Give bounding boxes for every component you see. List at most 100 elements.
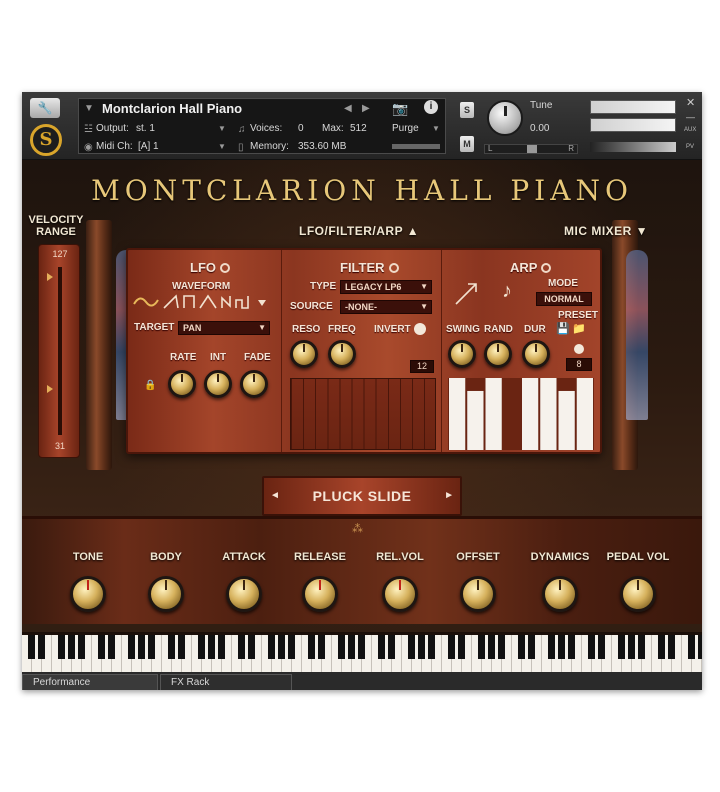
filter-step-sequencer[interactable] [290, 378, 436, 450]
plugin-window: 🔧 S ▼ Montclarion Hall Piano ◀ ▶ 📷 i ☳ O… [22, 92, 702, 690]
lfo-int-knob[interactable] [204, 370, 232, 398]
filter-invert-toggle[interactable] [414, 323, 426, 335]
solo-button[interactable]: S [460, 102, 474, 118]
mute-button[interactable]: M [460, 136, 474, 152]
rel-vol-knob[interactable] [382, 576, 418, 612]
level-meter-right [590, 118, 676, 132]
info-icon[interactable]: i [424, 100, 438, 114]
tune-knob[interactable] [487, 100, 523, 136]
lfo-filter-arp-panel: LFO WAVEFORM TARGET PAN ▼ RATE INT FADE 🔒 [126, 248, 602, 454]
tab-performance[interactable]: Performance [22, 674, 158, 690]
instrument-menu-icon[interactable]: ▼ [84, 103, 94, 114]
filter-reso-knob[interactable] [290, 340, 318, 368]
tab-fx-rack[interactable]: FX Rack [160, 674, 292, 690]
memory-value: 353.60 MB [298, 141, 347, 152]
voices-icon: ♫ [238, 124, 246, 135]
voices-label: Voices: [250, 123, 283, 134]
pan-slider[interactable]: L R [484, 144, 578, 154]
output-value[interactable]: st. 1 [136, 123, 155, 134]
arp-steps-value[interactable]: 8 [566, 358, 592, 371]
folder-icon[interactable]: 📁 [572, 322, 586, 335]
velocity-label-line-2: RANGE [36, 226, 76, 238]
lfo-filter-arp-toggle[interactable]: LFO/FILTER/ARP ▲ [299, 224, 419, 238]
filter-type-dropdown[interactable]: LEGACY LP6 ▼ [340, 280, 432, 294]
tune-value: 0.00 [530, 123, 550, 134]
velocity-label-line-1: VELOCITY [28, 214, 84, 226]
tone-knob[interactable] [70, 576, 106, 612]
arp-swing-label: SWING [446, 324, 480, 335]
lfo-fade-knob[interactable] [240, 370, 268, 398]
prev-instrument-icon[interactable]: ◀ [344, 103, 352, 114]
arp-preset-label: PRESET [558, 310, 599, 321]
filter-source-dropdown[interactable]: -NONE- ▼ [340, 300, 432, 314]
mic-mixer-toggle[interactable]: MIC MIXER ▼ [564, 224, 648, 238]
save-preset-icon[interactable]: 💾 [556, 322, 570, 335]
lock-icon[interactable]: 🔒 [144, 380, 156, 391]
prev-preset-icon[interactable]: ◄ [270, 478, 280, 514]
preset-selector[interactable]: ◄ PLUCK SLIDE ► [262, 476, 462, 516]
filter-type-label: TYPE [310, 281, 337, 292]
pedal-vol-knob[interactable] [620, 576, 656, 612]
release-knob[interactable] [302, 576, 338, 612]
lfo-target-value: PAN [183, 323, 202, 333]
lfo-rate-knob[interactable] [168, 370, 196, 398]
arp-enable-toggle[interactable] [541, 263, 552, 273]
arp-step-sequencer[interactable] [448, 378, 594, 450]
lfo-target-label: TARGET [134, 322, 175, 333]
volume-slider[interactable] [590, 142, 676, 152]
offset-knob[interactable] [460, 576, 496, 612]
minimize-icon[interactable]: — [686, 112, 695, 122]
dynamics-knob[interactable] [542, 576, 578, 612]
camera-icon[interactable]: 📷 [392, 101, 408, 117]
body-knob[interactable] [148, 576, 184, 612]
logo-icon: S [30, 124, 62, 156]
arp-swing-knob[interactable] [448, 340, 476, 368]
arp-direction-icon[interactable] [452, 280, 482, 308]
memory-label: Memory: [250, 141, 289, 152]
purge-button[interactable]: Purge [392, 123, 419, 134]
filter-title-text: FILTER [340, 260, 385, 275]
arp-dur-knob[interactable] [522, 340, 550, 368]
next-instrument-icon[interactable]: ▶ [362, 103, 370, 114]
velocity-range-slider[interactable]: 127 31 [38, 244, 80, 458]
lfo-enable-toggle[interactable] [220, 263, 230, 273]
output-dropdown-icon[interactable]: ▼ [218, 124, 226, 133]
arp-step-bar [558, 390, 575, 450]
arp-mode-dropdown[interactable]: NORMAL [536, 292, 592, 306]
pan-left-label: L [488, 144, 493, 153]
filter-section: FILTER TYPE LEGACY LP6 ▼ SOURCE -NONE- ▼ R… [282, 250, 442, 452]
left-pillar [86, 220, 112, 470]
lfo-title-text: LFO [190, 260, 216, 275]
offset-label: OFFSET [456, 551, 500, 563]
music-note-icon: ♪ [502, 280, 512, 302]
preset-name: PLUCK SLIDE [312, 488, 412, 504]
max-value[interactable]: 512 [350, 123, 367, 134]
arp-step-bar [540, 378, 557, 450]
midi-dropdown-icon[interactable]: ▼ [218, 142, 226, 151]
wrench-icon[interactable]: 🔧 [30, 98, 60, 118]
arp-rand-knob[interactable] [484, 340, 512, 368]
next-preset-icon[interactable]: ► [444, 478, 454, 514]
arp-sync-toggle[interactable] [574, 344, 584, 354]
instrument-name: Montclarion Hall Piano [102, 101, 243, 116]
velocity-min-handle[interactable] [47, 385, 53, 393]
arp-step-bar [522, 378, 539, 450]
attack-knob[interactable] [226, 576, 262, 612]
close-icon[interactable]: ✕ [686, 96, 695, 109]
pan-handle[interactable] [527, 145, 537, 153]
purge-dropdown-icon[interactable]: ▼ [432, 124, 440, 133]
velocity-track [58, 267, 62, 435]
lfo-target-dropdown[interactable]: PAN ▼ [178, 321, 270, 335]
voices-value: 0 [298, 123, 304, 134]
waveform-shapes-icon [163, 294, 249, 309]
piano-black-keys[interactable] [22, 635, 702, 659]
filter-freq-knob[interactable] [328, 340, 356, 368]
waveform-selector[interactable] [132, 292, 274, 312]
filter-steps-value[interactable]: 12 [410, 360, 434, 373]
lfo-fade-label: FADE [244, 352, 271, 363]
velocity-max-handle[interactable] [47, 273, 53, 281]
filter-enable-toggle[interactable] [388, 263, 399, 273]
right-stained-window [626, 250, 648, 420]
kontakt-header: 🔧 S ▼ Montclarion Hall Piano ◀ ▶ 📷 i ☳ O… [22, 92, 702, 160]
midi-value[interactable]: [A] 1 [138, 141, 159, 152]
